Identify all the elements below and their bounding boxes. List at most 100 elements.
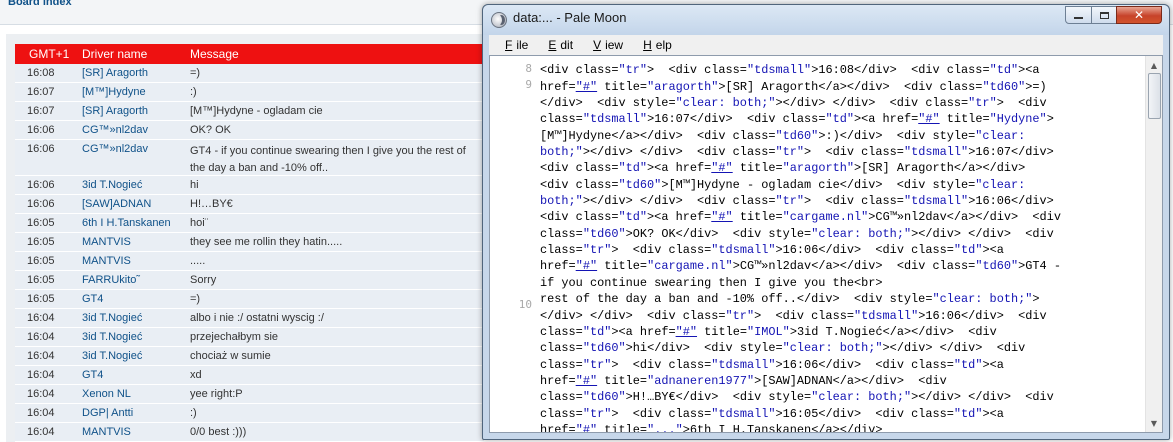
shout-driver-link[interactable]: 3id T.Nogieć	[82, 312, 190, 324]
shout-message: OK? OK	[190, 123, 231, 136]
shout-driver-link[interactable]: [SR] Aragorth	[82, 67, 190, 79]
source-text: "cargame.nl"	[782, 210, 869, 225]
shout-driver-link[interactable]: 6th I H.Tanskanen	[82, 217, 190, 229]
source-line: class="td60">hi</div> <div style="clear:…	[540, 340, 1130, 356]
source-text: rest of the day a ban and -10% off..</di…	[540, 292, 933, 307]
shout-driver-link[interactable]: MANTVIS	[82, 236, 190, 248]
source-text: ><a	[982, 243, 1004, 258]
source-text: ></div> </div> <div class=	[775, 96, 969, 111]
shout-time: 16:06	[27, 143, 55, 155]
source-text: class=	[540, 226, 583, 241]
shout-driver-link[interactable]: [SR] Aragorth	[82, 105, 190, 117]
source-line: </div> </div> <div class="tr"> <div clas…	[540, 308, 1130, 324]
source-link[interactable]: "#"	[576, 259, 597, 273]
maximize-button[interactable]	[1091, 6, 1117, 24]
source-text: "tr"	[775, 194, 805, 209]
source-text: >16:07</div>	[968, 145, 1054, 160]
source-link[interactable]: "#"	[676, 325, 697, 339]
shout-message: 0/0 best :)))	[190, 425, 247, 438]
source-text: "tdsmall"	[711, 406, 776, 421]
source-text: ></div> </div> <div	[911, 226, 1054, 241]
source-line: <div class="tr"> <div class="tdsmall">16…	[540, 62, 1130, 78]
shout-message: yee right:P	[190, 387, 243, 400]
source-text: ><a	[1018, 63, 1040, 78]
shout-message: =)	[190, 292, 201, 305]
source-text: class=	[540, 341, 583, 356]
source-text: "tr"	[775, 145, 805, 160]
menu-edit[interactable]: Edit	[540, 38, 573, 52]
shout-driver-link[interactable]: 3id T.Nogieć	[82, 331, 190, 343]
source-link[interactable]: "#"	[576, 80, 597, 94]
source-text: title=	[732, 161, 783, 176]
source-text: title=	[597, 79, 648, 94]
source-text: class=	[540, 357, 583, 372]
source-text: "td60"	[582, 226, 626, 241]
scrollbar-thumb[interactable]	[1148, 73, 1161, 119]
menu-help[interactable]: Help	[635, 38, 672, 52]
pale-moon-icon[interactable]	[491, 12, 507, 28]
shout-driver-link[interactable]: GT4	[82, 369, 190, 381]
source-text: "td"	[582, 324, 612, 339]
shout-driver-link[interactable]: CG™»nl2dav	[82, 124, 190, 136]
source-view[interactable]: 8 9 10 <div class="tr"> <div class="tdsm…	[489, 55, 1163, 433]
source-text: >H!…BY€</div> <div style=	[625, 390, 812, 405]
shout-message: hi	[190, 178, 199, 191]
shout-driver-link[interactable]: GT4	[82, 293, 190, 305]
shout-time: 16:04	[27, 350, 55, 362]
browser-window: data:... - Pale Moon ✕ File Edit View He…	[482, 4, 1170, 440]
shout-message: :)	[190, 406, 197, 419]
source-text: if you continue swearing then I give you…	[540, 275, 883, 290]
source-text: "tr"	[582, 357, 612, 372]
board-index-link[interactable]: Board index	[8, 0, 72, 8]
shout-message: :)	[190, 85, 197, 98]
source-text: >[SR] Aragorth</a></div>	[854, 161, 1026, 176]
source-text: "td"	[825, 112, 854, 127]
source-text: >	[1032, 292, 1040, 307]
source-text: >hi</div> <div style=	[625, 341, 783, 356]
source-link[interactable]: "#"	[576, 374, 597, 388]
shout-driver-link[interactable]: MANTVIS	[82, 255, 190, 267]
title-bar[interactable]: data:... - Pale Moon ✕	[483, 5, 1169, 35]
header-time: GMT+1	[29, 47, 70, 61]
shout-driver-link[interactable]: CG™»nl2dav	[82, 140, 190, 155]
source-text: class=	[540, 390, 583, 405]
shout-row: 16:05 MANTVIS.....	[15, 252, 484, 271]
source-text: title=	[939, 112, 990, 127]
shout-message: H!…BY€	[190, 197, 233, 210]
source-line: both;"></div> </div> <div class="tr"> <d…	[540, 193, 1130, 209]
source-line	[540, 56, 1130, 62]
scroll-down-arrow-icon[interactable]: ▼	[1147, 415, 1161, 431]
source-text: >6th I H.Tanskanen</a></div>	[682, 422, 883, 433]
shout-message: xd	[190, 368, 202, 381]
source-link[interactable]: "#"	[711, 161, 732, 175]
shout-driver-link[interactable]: 3id T.Nogieć	[82, 179, 190, 191]
shout-driver-link[interactable]: [SAW]ADNAN	[82, 198, 190, 210]
vertical-scrollbar[interactable]: ▲ ▼	[1145, 56, 1162, 432]
menu-view[interactable]: View	[585, 38, 623, 52]
shout-driver-link[interactable]: FARRUkito˜	[82, 274, 190, 286]
source-text: > <div class=	[804, 194, 904, 209]
source-text: <div class=	[540, 210, 619, 225]
menu-file[interactable]: File	[497, 38, 528, 52]
source-text: > <div class=	[804, 145, 904, 160]
source-text: "clear:	[975, 128, 1026, 143]
shout-driver-link[interactable]: 3id T.Nogieć	[82, 350, 190, 362]
source-text: "td"	[618, 161, 648, 176]
source-link[interactable]: "#"	[711, 210, 732, 224]
source-link[interactable]: "#"	[576, 423, 597, 432]
shout-driver-link[interactable]: MANTVIS	[82, 426, 190, 438]
source-link[interactable]: "#"	[918, 112, 939, 126]
shout-driver-link[interactable]: DGP| Antti	[82, 407, 190, 419]
close-button[interactable]: ✕	[1116, 6, 1162, 24]
shout-driver-link[interactable]: Xenon NL	[82, 388, 190, 400]
minimize-button[interactable]	[1065, 6, 1092, 24]
line-number: 8	[525, 62, 532, 75]
source-text: "td60"	[982, 79, 1026, 94]
source-text: >16:06</div> <div class=	[775, 357, 954, 372]
source-text: <div class=	[540, 177, 619, 192]
shout-driver-link[interactable]: [M™]Hydyne	[82, 86, 190, 98]
scroll-up-arrow-icon[interactable]: ▲	[1147, 57, 1161, 73]
source-text: ><a href=	[854, 112, 919, 127]
source-line: class="td"><a href="#" title="IMOL">3id …	[540, 324, 1130, 340]
shout-message: hoi¨	[190, 216, 209, 229]
